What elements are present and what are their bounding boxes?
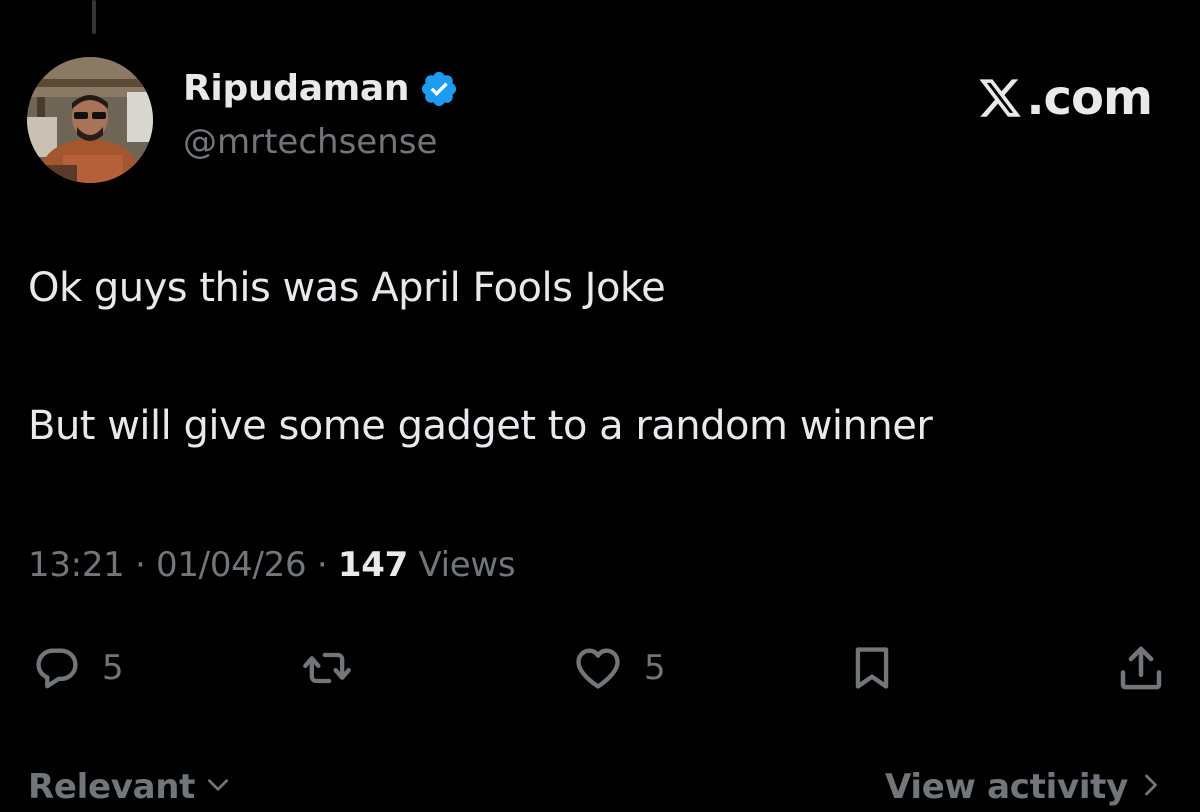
author-name-row[interactable]: Ripudaman xyxy=(183,66,459,112)
chevron-down-icon[interactable] xyxy=(195,776,231,799)
meta-separator: · xyxy=(124,545,157,585)
views-count[interactable]: 147 xyxy=(338,545,408,585)
author-handle[interactable]: @mrtechsense xyxy=(183,119,437,165)
avatar-image xyxy=(27,57,153,183)
like-button[interactable]: 5 xyxy=(568,640,666,696)
bookmark-icon[interactable] xyxy=(844,642,900,694)
thread-connector-line xyxy=(92,0,96,34)
replies-footer: Relevant View activity xyxy=(0,760,1200,807)
post-date[interactable]: 01/04/26 xyxy=(156,545,307,585)
heart-icon[interactable] xyxy=(568,642,628,694)
brand-domain-text: .com xyxy=(1026,70,1153,126)
avatar[interactable] xyxy=(27,57,153,183)
repost-icon[interactable] xyxy=(296,642,358,694)
like-count: 5 xyxy=(644,648,666,688)
bookmark-button[interactable] xyxy=(844,640,900,696)
meta-separator: · xyxy=(306,545,338,585)
views-label[interactable]: Views xyxy=(408,545,515,585)
action-bar: 5 5 xyxy=(0,630,1200,706)
brand-watermark: .com xyxy=(976,70,1153,126)
reply-icon[interactable] xyxy=(28,642,86,694)
share-button[interactable] xyxy=(1112,640,1170,696)
post-text-line: But will give some gadget to a random wi… xyxy=(28,403,933,449)
post-text-line: Ok guys this was April Fools Joke xyxy=(28,265,666,311)
post-meta: 13:21 · 01/04/26 · 147 Views xyxy=(28,540,516,590)
chevron-right-icon[interactable] xyxy=(1128,771,1160,804)
verified-badge-icon[interactable] xyxy=(419,69,459,109)
share-icon[interactable] xyxy=(1112,641,1170,695)
post-time[interactable]: 13:21 xyxy=(28,545,125,585)
author-display-name[interactable]: Ripudaman xyxy=(183,66,410,112)
repost-button[interactable] xyxy=(296,640,358,696)
x-logo-icon xyxy=(976,75,1024,121)
reply-count: 5 xyxy=(102,648,124,688)
reply-button[interactable]: 5 xyxy=(28,640,124,696)
